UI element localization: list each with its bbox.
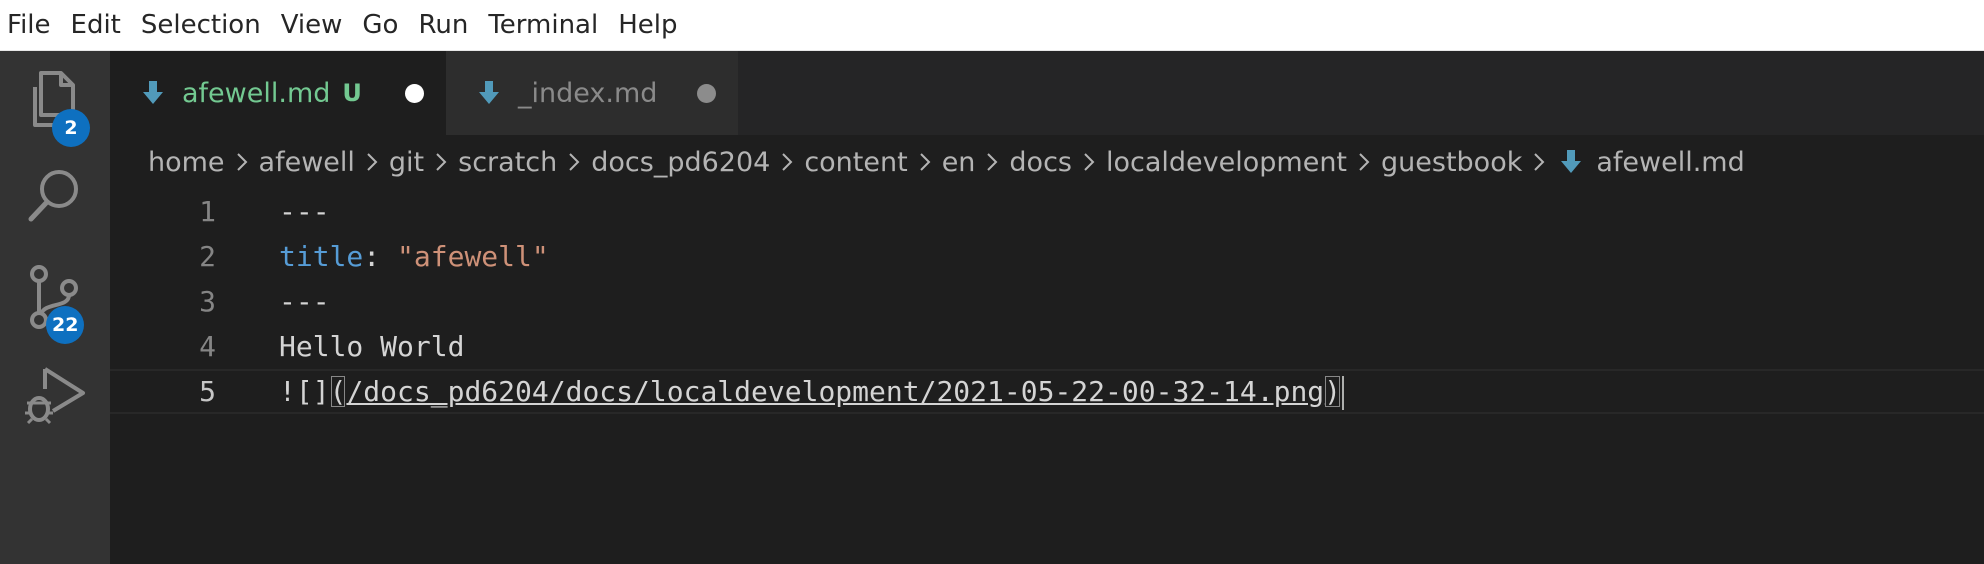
activity-source-control[interactable]: 22: [0, 247, 110, 347]
activity-bar: 2 22: [0, 51, 110, 564]
breadcrumb-segment[interactable]: docs: [1009, 147, 1072, 178]
unsaved-dot-icon[interactable]: [405, 83, 424, 103]
breadcrumb-segment[interactable]: guestbook: [1381, 147, 1522, 178]
editor-line[interactable]: 4 Hello World: [110, 324, 1984, 369]
editor-line[interactable]: 3 ---: [110, 279, 1984, 324]
menu-go[interactable]: Go: [352, 0, 408, 51]
activity-explorer[interactable]: 2: [0, 51, 110, 151]
menu-bar: File Edit Selection View Go Run Terminal…: [0, 0, 1984, 51]
markdown-icon: [479, 81, 499, 104]
breadcrumb-segment[interactable]: docs_pd6204: [591, 147, 770, 178]
source-control-badge: 22: [46, 306, 85, 344]
tab-label: afewell.md: [182, 77, 331, 109]
tab-index-md[interactable]: _index.md: [446, 51, 738, 135]
chevron-right-icon: [1083, 152, 1095, 172]
activity-run-debug[interactable]: [0, 345, 110, 445]
menu-selection[interactable]: Selection: [131, 0, 271, 51]
menu-view[interactable]: View: [271, 0, 353, 51]
menu-file[interactable]: File: [0, 0, 61, 51]
line-text: title: "afewell": [279, 234, 549, 279]
chevron-right-icon: [1358, 152, 1370, 172]
image-syntax-prefix: ![]: [279, 375, 330, 408]
chevron-right-icon: [986, 152, 998, 172]
editor-tab-bar: afewell.md U _index.md: [110, 51, 1984, 135]
open-paren: (: [329, 375, 347, 408]
line-text: ![](/docs_pd6204/docs/localdevelopment/2…: [279, 369, 1345, 414]
editor-line[interactable]: 2 title: "afewell": [110, 234, 1984, 279]
tab-afewell-md[interactable]: afewell.md U: [110, 51, 446, 135]
close-paren: ): [1324, 375, 1342, 408]
line-number: 3: [199, 285, 216, 318]
chevron-right-icon: [366, 152, 378, 172]
line-number: 2: [199, 240, 216, 273]
line-number: 4: [199, 330, 216, 363]
chevron-right-icon: [435, 152, 447, 172]
line-number: 1: [199, 195, 216, 228]
menu-help[interactable]: Help: [608, 0, 687, 51]
image-link-url[interactable]: /docs_pd6204/docs/localdevelopment/2021-…: [346, 375, 1324, 408]
editor-line-current[interactable]: 5 ![](/docs_pd6204/docs/localdevelopment…: [110, 369, 1984, 414]
untracked-flag: U: [342, 79, 362, 107]
markdown-icon: [1561, 150, 1582, 173]
search-icon: [28, 170, 78, 222]
breadcrumb-segment[interactable]: content: [804, 147, 907, 178]
tab-label: _index.md: [518, 77, 658, 109]
breadcrumb-segment[interactable]: localdevelopment: [1106, 147, 1347, 178]
menu-edit[interactable]: Edit: [61, 0, 131, 51]
yaml-string-value: "afewell": [397, 240, 549, 273]
line-number: 5: [199, 375, 216, 408]
markdown-icon: [143, 81, 163, 104]
activity-search[interactable]: [0, 145, 110, 245]
breadcrumb-segment[interactable]: afewell: [259, 147, 355, 178]
yaml-key: title: [279, 240, 364, 273]
chevron-right-icon: [1533, 152, 1545, 172]
editor-line[interactable]: 1 ---: [110, 189, 1984, 234]
run-debug-icon: [25, 367, 85, 425]
breadcrumb-segment[interactable]: git: [389, 147, 424, 178]
breadcrumb-file[interactable]: afewell.md: [1596, 147, 1744, 178]
breadcrumb-segment[interactable]: en: [942, 147, 976, 178]
yaml-separator: :: [363, 240, 398, 273]
chevron-right-icon: [919, 152, 931, 172]
text-cursor: [1342, 376, 1345, 410]
breadcrumb-segment[interactable]: scratch: [458, 147, 557, 178]
explorer-badge: 2: [52, 109, 90, 147]
menu-run[interactable]: Run: [408, 0, 478, 51]
line-text: ---: [279, 195, 330, 228]
chevron-right-icon: [568, 152, 580, 172]
line-text: Hello World: [279, 330, 465, 363]
code-editor[interactable]: 1 --- 2 title: "afewell" 3 --- 4 Hello W…: [110, 189, 1984, 564]
breadcrumb: home afewell git scratch docs_pd6204 con…: [148, 135, 1745, 189]
menu-terminal[interactable]: Terminal: [478, 0, 608, 51]
unsaved-dot-icon[interactable]: [697, 83, 716, 103]
breadcrumb-segment[interactable]: home: [148, 147, 225, 178]
line-text: ---: [279, 285, 330, 318]
chevron-right-icon: [781, 152, 793, 172]
chevron-right-icon: [236, 152, 248, 172]
